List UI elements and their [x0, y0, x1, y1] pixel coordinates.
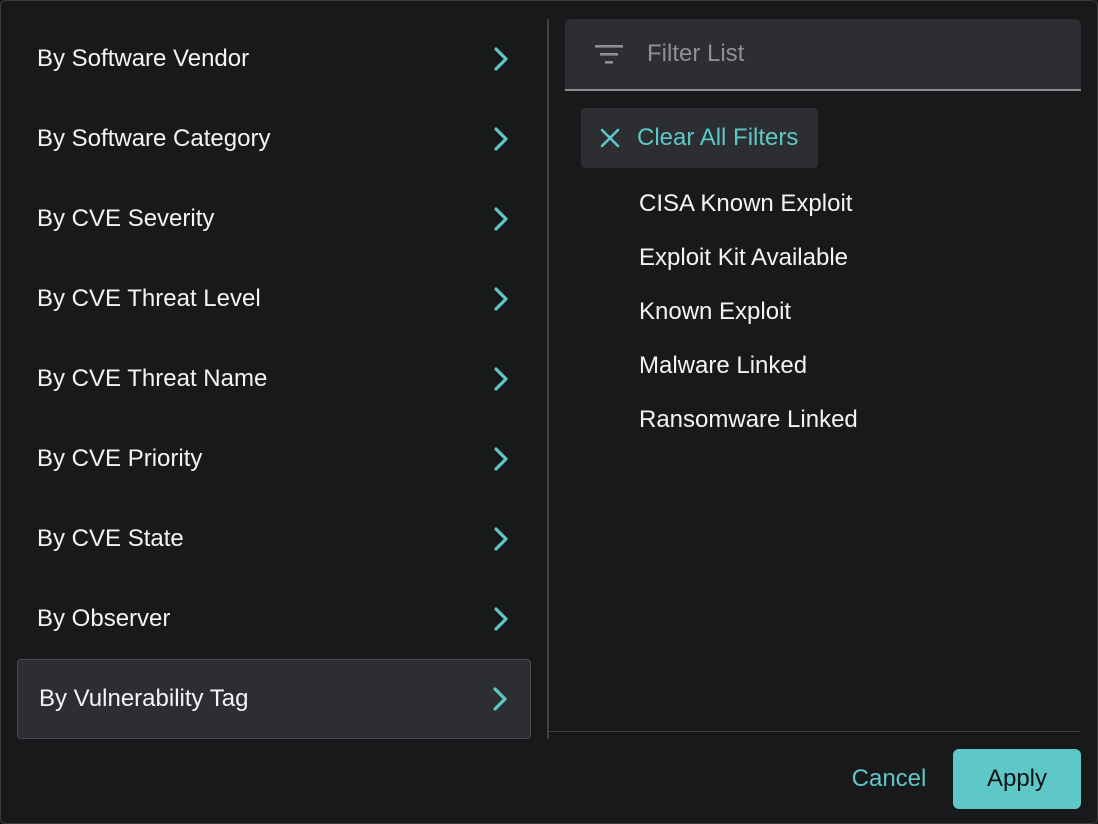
- apply-button[interactable]: Apply: [953, 749, 1081, 809]
- filter-search-box[interactable]: [565, 19, 1081, 91]
- clear-all-filters-label: Clear All Filters: [637, 124, 799, 151]
- cancel-button[interactable]: Cancel: [837, 749, 941, 809]
- chevron-right-icon: [494, 607, 508, 631]
- category-label: By Vulnerability Tag: [39, 685, 249, 712]
- chevron-right-icon: [494, 207, 508, 231]
- category-item-software-category[interactable]: By Software Category: [17, 99, 531, 179]
- close-icon: [600, 128, 620, 148]
- category-label: By Software Vendor: [37, 45, 250, 72]
- tag-option-known-exploit[interactable]: Known Exploit: [639, 285, 858, 339]
- category-item-vulnerability-tag[interactable]: By Vulnerability Tag: [17, 659, 531, 739]
- chevron-right-icon: [494, 127, 508, 151]
- category-label: By CVE Severity: [37, 205, 215, 232]
- tag-option-malware-linked[interactable]: Malware Linked: [639, 339, 858, 393]
- category-label: By CVE Threat Level: [37, 285, 261, 312]
- tag-option-exploit-kit-available[interactable]: Exploit Kit Available: [639, 231, 858, 285]
- filter-lines-icon: [595, 45, 623, 64]
- filter-list-input[interactable]: [645, 39, 1049, 69]
- category-label: By CVE Threat Name: [37, 365, 268, 392]
- filter-dialog: By Software Vendor By Software Category …: [0, 0, 1098, 824]
- category-list: By Software Vendor By Software Category …: [17, 19, 531, 739]
- tag-option-list: CISA Known Exploit Exploit Kit Available…: [639, 177, 858, 447]
- category-label: By CVE State: [37, 525, 184, 552]
- category-item-cve-priority[interactable]: By CVE Priority: [17, 419, 531, 499]
- footer-divider: [549, 731, 1081, 732]
- category-item-observer[interactable]: By Observer: [17, 579, 531, 659]
- panel-divider: [547, 19, 549, 739]
- category-item-cve-state[interactable]: By CVE State: [17, 499, 531, 579]
- tag-option-ransomware-linked[interactable]: Ransomware Linked: [639, 393, 858, 447]
- category-label: By CVE Priority: [37, 445, 203, 472]
- clear-all-filters-button[interactable]: Clear All Filters: [581, 108, 819, 168]
- chevron-right-icon: [494, 527, 508, 551]
- category-label: By Observer: [37, 605, 171, 632]
- category-label: By Software Category: [37, 125, 271, 152]
- tag-option-cisa-known-exploit[interactable]: CISA Known Exploit: [639, 177, 858, 231]
- chevron-right-icon: [494, 287, 508, 311]
- chevron-right-icon: [494, 47, 508, 71]
- chevron-right-icon: [494, 447, 508, 471]
- category-item-cve-severity[interactable]: By CVE Severity: [17, 179, 531, 259]
- category-item-cve-threat-name[interactable]: By CVE Threat Name: [17, 339, 531, 419]
- category-item-cve-threat-level[interactable]: By CVE Threat Level: [17, 259, 531, 339]
- category-item-software-vendor[interactable]: By Software Vendor: [17, 19, 531, 99]
- chevron-right-icon: [494, 367, 508, 391]
- chevron-right-icon: [493, 687, 507, 711]
